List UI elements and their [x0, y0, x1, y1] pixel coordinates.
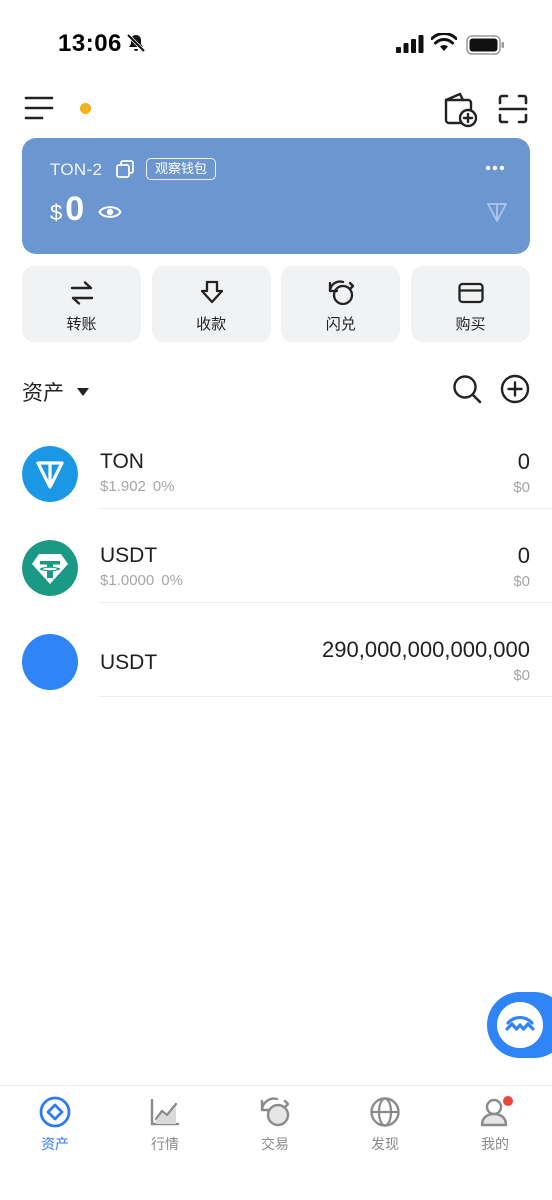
status-bar: 13:06: [0, 0, 552, 90]
profile-notification-badge: [503, 1096, 513, 1106]
status-time: 13:06: [58, 30, 122, 57]
transfer-button[interactable]: 转账: [22, 266, 141, 342]
token-price-change: 0%: [152, 478, 175, 495]
token-price-value: $1.0000: [100, 572, 155, 589]
transfer-label: 转账: [66, 316, 97, 333]
swap-button[interactable]: 闪兑: [281, 266, 401, 342]
receive-button[interactable]: 收款: [151, 266, 271, 342]
wallet-name: TON-2: [50, 160, 103, 179]
token-price-value: $1.902: [100, 478, 146, 495]
tether-logo-icon: [22, 540, 78, 596]
nav-market[interactable]: 行情: [110, 1096, 220, 1156]
ton-watermark-icon: [487, 203, 507, 222]
nav-assets[interactable]: 资产: [0, 1096, 110, 1156]
cell-signal-icon: [396, 35, 424, 53]
action-bar: 转账 收款 闪兑 购买: [22, 266, 530, 342]
ton-logo-icon: [22, 446, 78, 502]
scan-icon[interactable]: [497, 93, 529, 125]
receive-label: 收款: [196, 316, 227, 333]
token-amount: 0: [517, 449, 530, 474]
asset-row-usdt[interactable]: USDT $1.0000 0% 0 $0: [0, 509, 552, 603]
nav-label: 发现: [371, 1136, 399, 1152]
bell-muted-icon: [126, 33, 146, 53]
token-amount: 0: [517, 543, 530, 568]
assets-title[interactable]: 资产: [22, 377, 64, 407]
discover-icon: [370, 1097, 400, 1127]
token-name: USDT: [100, 544, 158, 567]
token-name: TON: [100, 450, 144, 473]
nav-profile[interactable]: 我的: [440, 1096, 550, 1156]
token-price: $1.0000 0%: [100, 572, 183, 589]
caret-down-icon[interactable]: [76, 387, 90, 397]
asset-list: TON $1.902 0% 0 $0 USDT $1.0000 0% 0 $0 US…: [0, 415, 552, 697]
token-amount: 290,000,000,000,000: [322, 637, 530, 662]
wallet-balance: $ 0: [50, 190, 84, 229]
card-icon: [458, 282, 484, 304]
walletconnect-icon: [497, 1002, 543, 1048]
nav-discover[interactable]: 发现: [330, 1096, 440, 1156]
token-value: $0: [513, 573, 530, 590]
wallet-card[interactable]: TON-2 观察钱包 $ 0: [22, 138, 530, 254]
add-token-icon[interactable]: [500, 374, 530, 404]
asset-row-usdt-unverified[interactable]: USDT 290,000,000,000,000 $0: [0, 603, 552, 697]
token-value: $0: [513, 479, 530, 496]
token-value: $0: [513, 667, 530, 684]
bottom-nav: 资产 行情 交易 发现 我的: [0, 1085, 552, 1200]
wifi-icon: [431, 33, 457, 51]
assets-icon: [39, 1096, 71, 1128]
walletconnect-button[interactable]: [487, 992, 552, 1058]
nav-label: 资产: [41, 1136, 69, 1152]
balance-currency: $: [50, 200, 63, 225]
nav-label: 我的: [481, 1136, 509, 1152]
watch-wallet-badge: 观察钱包: [146, 158, 217, 180]
nav-label: 行情: [151, 1136, 179, 1152]
assets-header: 资产: [22, 370, 530, 410]
copy-icon[interactable]: [115, 159, 135, 179]
notification-dot: [80, 103, 91, 114]
more-icon[interactable]: [484, 159, 506, 177]
receive-icon: [200, 280, 223, 304]
buy-button[interactable]: 购买: [410, 266, 530, 342]
transfer-icon: [70, 281, 94, 305]
battery-icon: [466, 35, 504, 55]
balance-amount: 0: [65, 190, 85, 228]
nav-trade[interactable]: 交易: [220, 1096, 330, 1156]
row-divider: [99, 696, 552, 697]
token-price: $1.902 0%: [100, 478, 175, 495]
swap-icon: [329, 280, 355, 306]
token-price-change: 0%: [161, 572, 183, 589]
blue-circle-logo-icon: [22, 634, 78, 690]
swap-label: 闪兑: [325, 316, 356, 333]
add-wallet-icon[interactable]: [440, 90, 478, 128]
asset-row-ton[interactable]: TON $1.902 0% 0 $0: [0, 415, 552, 509]
token-name: USDT: [100, 651, 158, 674]
menu-icon[interactable]: [24, 95, 54, 121]
eye-icon[interactable]: [98, 202, 122, 222]
search-icon[interactable]: [452, 374, 482, 404]
market-icon: [150, 1098, 180, 1126]
top-bar: [0, 85, 552, 131]
trade-icon: [260, 1097, 290, 1127]
buy-label: 购买: [455, 316, 486, 333]
nav-label: 交易: [261, 1136, 289, 1152]
